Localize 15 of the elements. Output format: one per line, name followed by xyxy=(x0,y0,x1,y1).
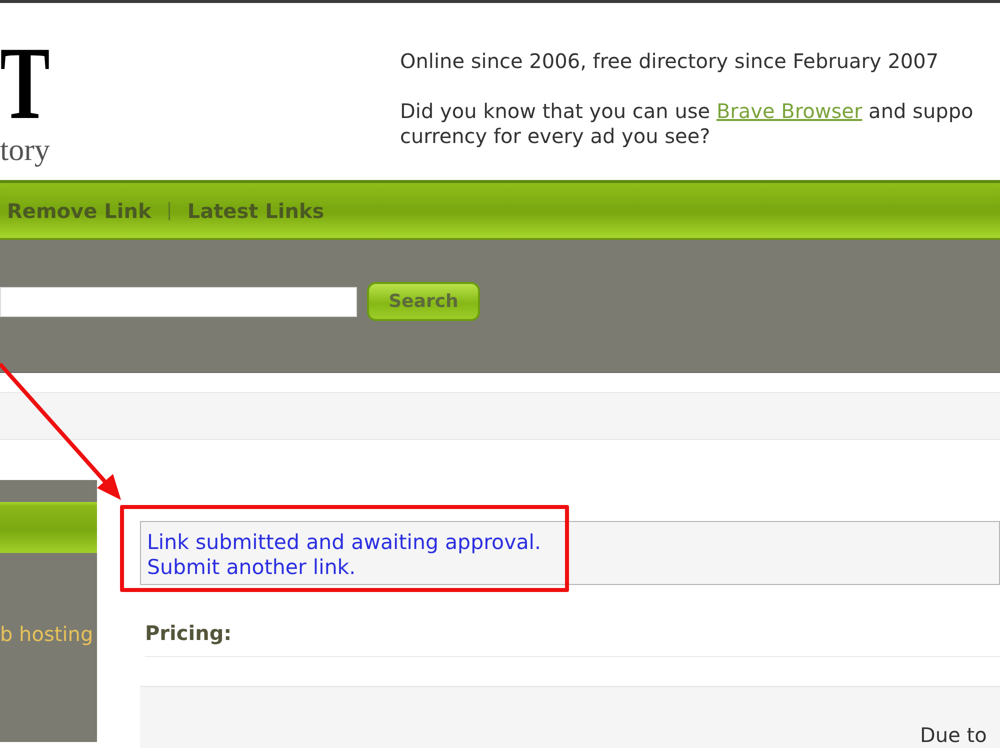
promo-text: Did you know that you can use Brave Browser and suppo currency for every ad you see? xyxy=(400,99,974,149)
nav-separator: | xyxy=(166,199,172,223)
logo-letter: T xyxy=(0,32,50,136)
search-button[interactable]: Search xyxy=(367,282,480,321)
nav-link[interactable]: Latest Links xyxy=(187,196,324,226)
sidebar-link[interactable]: b hosting xyxy=(0,622,97,646)
search-field[interactable] xyxy=(0,287,357,317)
status-message: Link submitted and awaiting approval. xyxy=(147,530,542,555)
pricing-text: Due to xyxy=(920,724,988,747)
pricing-heading: Pricing: xyxy=(145,621,233,645)
logo-subtitle: tory xyxy=(0,134,50,165)
text-link[interactable]: Brave Browser xyxy=(716,99,862,123)
tagline-text: Online since 2006, free directory since February 2007 xyxy=(400,49,940,74)
submit-another-link[interactable]: Submit another link. xyxy=(147,555,356,580)
nav-link[interactable]: Remove Link xyxy=(7,196,152,226)
